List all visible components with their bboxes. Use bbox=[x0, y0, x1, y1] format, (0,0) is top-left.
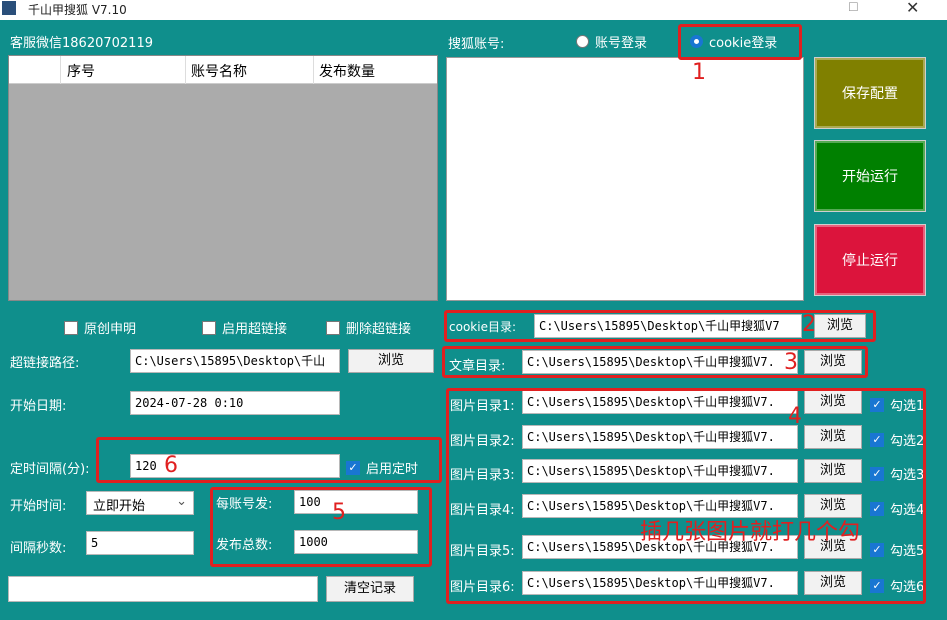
annotation-number: 4 bbox=[788, 404, 802, 429]
checkbox[interactable] bbox=[202, 320, 216, 335]
link-path-input[interactable]: C:\Users\15895\Desktop\千山 bbox=[130, 349, 340, 373]
original-check[interactable]: 原创申明 bbox=[64, 318, 136, 337]
link-path-label: 超链接路径: bbox=[10, 356, 80, 371]
service-label: 客服微信18620702119 bbox=[10, 36, 153, 51]
stop-run-button[interactable]: 停止运行 bbox=[814, 224, 926, 296]
interval-label: 定时间隔(分): bbox=[10, 462, 90, 477]
start-date-input[interactable]: 2024-07-28 0:10 bbox=[130, 391, 340, 415]
checkbox[interactable] bbox=[326, 320, 340, 335]
table-header-cell: 序号 bbox=[67, 64, 95, 80]
checkbox[interactable] bbox=[64, 320, 78, 335]
annotation-number: 1 bbox=[692, 60, 706, 85]
save-config-button[interactable]: 保存配置 bbox=[814, 57, 926, 129]
start-run-button[interactable]: 开始运行 bbox=[814, 140, 926, 212]
account-label: 搜狐账号: bbox=[448, 37, 505, 52]
start-date-label: 开始日期: bbox=[10, 399, 67, 414]
account-login-radio[interactable]: 账号登录 bbox=[576, 32, 647, 51]
gap-seconds-input[interactable]: 5 bbox=[86, 531, 194, 555]
window-title: 千山甲搜狐 V7.10 bbox=[28, 3, 127, 17]
table-header: 序号 账号名称 发布数量 bbox=[9, 56, 437, 84]
account-list-box[interactable] bbox=[446, 57, 804, 301]
table-header-cell: 发布数量 bbox=[319, 64, 375, 80]
annotation-box bbox=[442, 346, 868, 378]
account-table[interactable]: 序号 账号名称 发布数量 bbox=[8, 55, 438, 301]
app-icon bbox=[2, 1, 16, 15]
table-header-cell: 账号名称 bbox=[191, 64, 247, 80]
start-time-label: 开始时间: bbox=[10, 499, 67, 514]
table-header-cell bbox=[9, 56, 61, 84]
annotation-note: 插几张图片就打几个勾 bbox=[640, 520, 861, 545]
remove-link-check[interactable]: 删除超链接 bbox=[326, 318, 411, 337]
enable-link-check[interactable]: 启用超链接 bbox=[202, 318, 287, 337]
close-icon[interactable]: ✕ bbox=[906, 0, 919, 17]
log-input[interactable] bbox=[8, 576, 318, 602]
annotation-number: 2 bbox=[802, 312, 816, 337]
link-path-browse-button[interactable]: 浏览 bbox=[348, 349, 434, 373]
annotation-box bbox=[210, 487, 432, 567]
annotation-number: 5 bbox=[332, 500, 346, 525]
start-time-select[interactable]: 立即开始 ⌄ bbox=[86, 491, 194, 515]
annotation-number: 3 bbox=[784, 350, 798, 375]
annotation-box bbox=[96, 437, 442, 483]
annotation-box bbox=[446, 388, 926, 604]
gap-seconds-label: 间隔秒数: bbox=[10, 541, 67, 556]
title-bar: 千山甲搜狐 V7.10 ☐ ✕ bbox=[0, 0, 947, 20]
radio[interactable] bbox=[576, 35, 589, 48]
maximize-icon[interactable]: ☐ bbox=[848, 0, 859, 14]
chevron-down-icon: ⌄ bbox=[176, 494, 187, 509]
clear-log-button[interactable]: 清空记录 bbox=[326, 576, 414, 602]
annotation-box bbox=[678, 24, 802, 60]
annotation-number: 6 bbox=[164, 453, 178, 478]
